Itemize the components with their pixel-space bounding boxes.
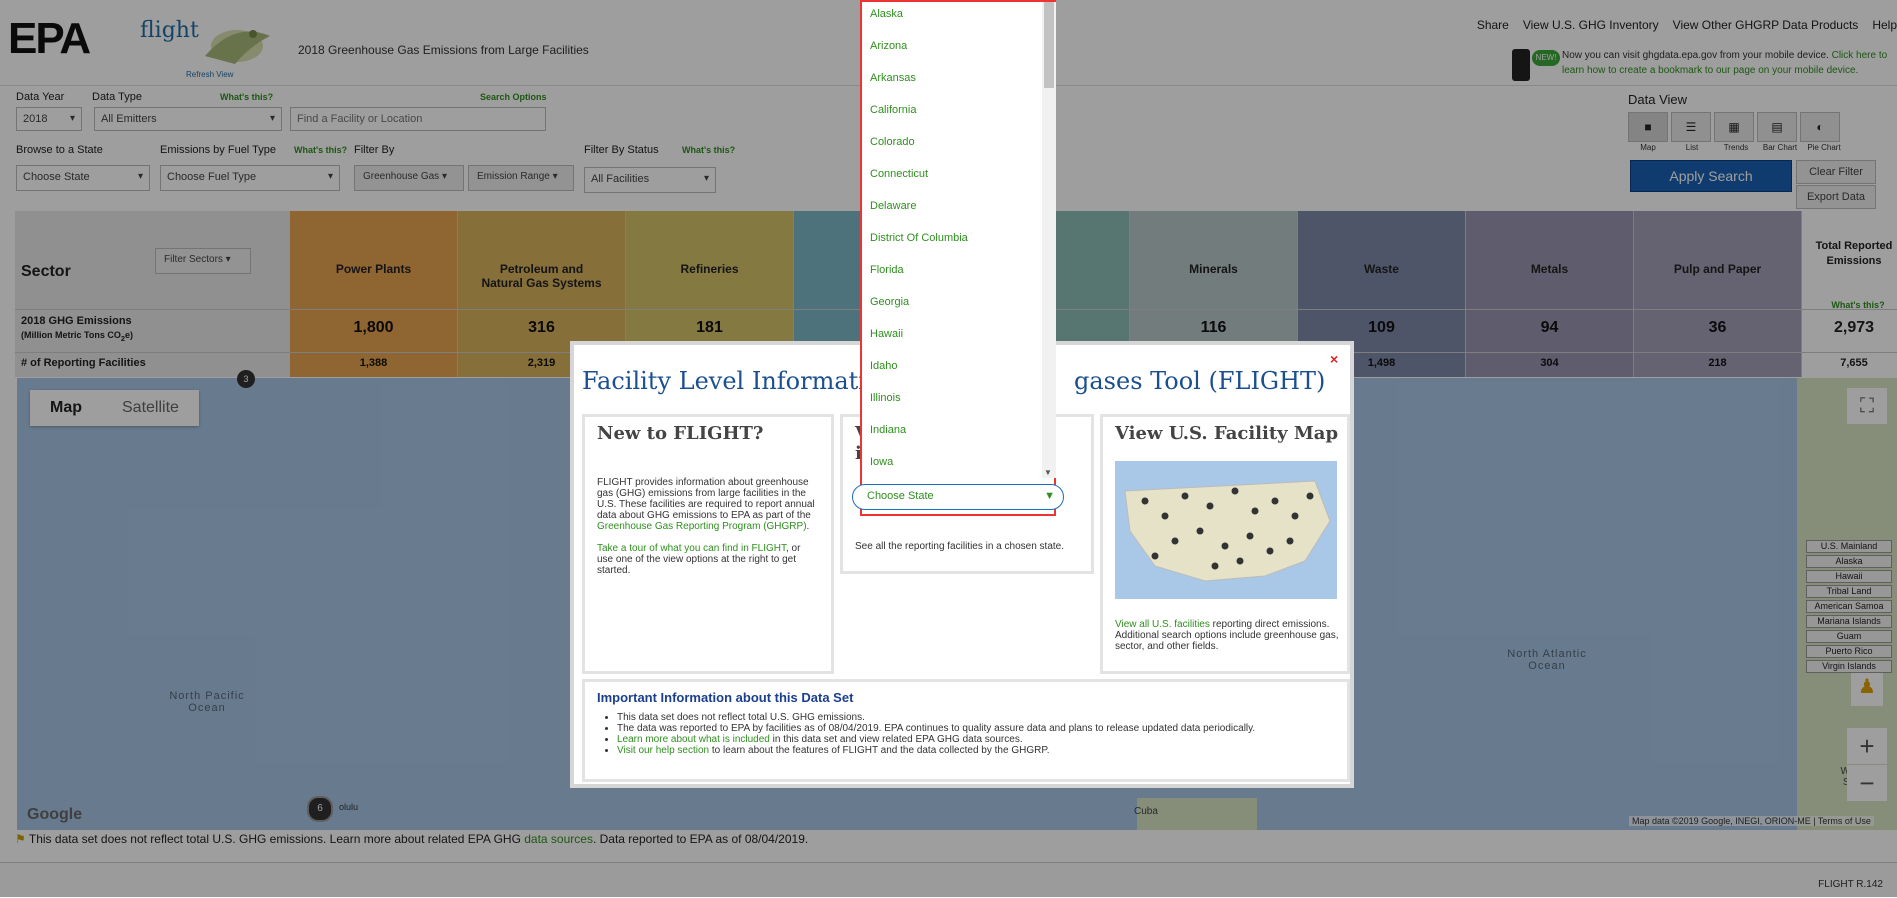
choose-state-value: Choose State bbox=[867, 490, 934, 502]
modal-title-left: Facility Level Informatio bbox=[582, 367, 881, 395]
us-facility-map-thumbnail[interactable] bbox=[1115, 461, 1337, 599]
important-info-item: This data set does not reflect total U.S… bbox=[617, 712, 1337, 723]
bullet-text: in this data set and view related EPA GH… bbox=[769, 734, 1023, 745]
important-info-panel: Important Information about this Data Se… bbox=[582, 679, 1350, 782]
facility-map-text: View all U.S. facilities reporting direc… bbox=[1115, 619, 1341, 652]
chevron-down-icon: ▼ bbox=[1044, 490, 1055, 502]
bullet-text: This data set does not reflect total U.S… bbox=[617, 712, 865, 723]
state-option[interactable]: California bbox=[870, 104, 916, 116]
important-info-list: This data set does not reflect total U.S… bbox=[595, 712, 1337, 756]
new-to-flight-title: New to FLIGHT? bbox=[597, 423, 764, 444]
state-option[interactable]: Iowa bbox=[870, 456, 893, 468]
important-info-title: Important Information about this Data Se… bbox=[597, 690, 854, 705]
state-option[interactable]: Florida bbox=[870, 264, 904, 276]
state-option[interactable]: Delaware bbox=[870, 200, 916, 212]
state-option[interactable]: Arizona bbox=[870, 40, 907, 52]
state-option[interactable]: Connecticut bbox=[870, 168, 928, 180]
state-option[interactable]: Arkansas bbox=[870, 72, 916, 84]
state-dropdown-list[interactable]: ▼ Alaska Arizona Arkansas California Colorad… bbox=[860, 0, 1056, 516]
important-info-item: The data was reported to EPA by faciliti… bbox=[617, 723, 1337, 734]
modal-title-right: gases Tool (FLIGHT) bbox=[1074, 367, 1326, 395]
help-section-link[interactable]: Visit our help section bbox=[617, 745, 709, 756]
bullet-text: to learn about the features of FLIGHT an… bbox=[709, 745, 1050, 756]
new-to-flight-body: FLIGHT provides information about greenh… bbox=[597, 477, 815, 521]
new-to-flight-panel: New to FLIGHT? FLIGHT provides informati… bbox=[582, 414, 834, 674]
facility-map-title: View U.S. Facility Map bbox=[1115, 423, 1339, 444]
state-option[interactable]: Hawaii bbox=[870, 328, 903, 340]
bullet-text: The data was reported to EPA by faciliti… bbox=[617, 723, 1256, 734]
state-option[interactable]: Colorado bbox=[870, 136, 915, 148]
scroll-down-icon[interactable]: ▼ bbox=[1044, 468, 1052, 477]
view-by-state-text: See all the reporting facilities in a ch… bbox=[855, 541, 1065, 552]
state-option[interactable]: Georgia bbox=[870, 296, 909, 308]
state-option[interactable]: Indiana bbox=[870, 424, 906, 436]
important-info-item: Learn more about what is included in thi… bbox=[617, 734, 1337, 745]
view-all-facilities-link[interactable]: View all U.S. facilities bbox=[1115, 619, 1210, 630]
choose-state-select[interactable]: Choose State ▼ bbox=[852, 484, 1064, 510]
facility-map-panel: View U.S. Facility Map View all U.S. fac… bbox=[1100, 414, 1350, 674]
state-option[interactable]: Illinois bbox=[870, 392, 901, 404]
state-option[interactable]: Idaho bbox=[870, 360, 898, 372]
ghgrp-link[interactable]: Greenhouse Gas Reporting Program (GHGRP) bbox=[597, 521, 807, 532]
modal-close-button[interactable]: × bbox=[1330, 351, 1338, 367]
learn-more-included-link[interactable]: Learn more about what is included bbox=[617, 734, 770, 745]
state-option[interactable]: Alaska bbox=[870, 8, 903, 20]
tour-link[interactable]: Take a tour of what you can find in FLIG… bbox=[597, 543, 786, 554]
dropdown-scrollbar-thumb[interactable] bbox=[1044, 2, 1054, 88]
state-option[interactable]: District Of Columbia bbox=[870, 232, 968, 244]
important-info-item: Visit our help section to learn about th… bbox=[617, 745, 1337, 756]
new-to-flight-text: FLIGHT provides information about greenh… bbox=[597, 477, 815, 576]
